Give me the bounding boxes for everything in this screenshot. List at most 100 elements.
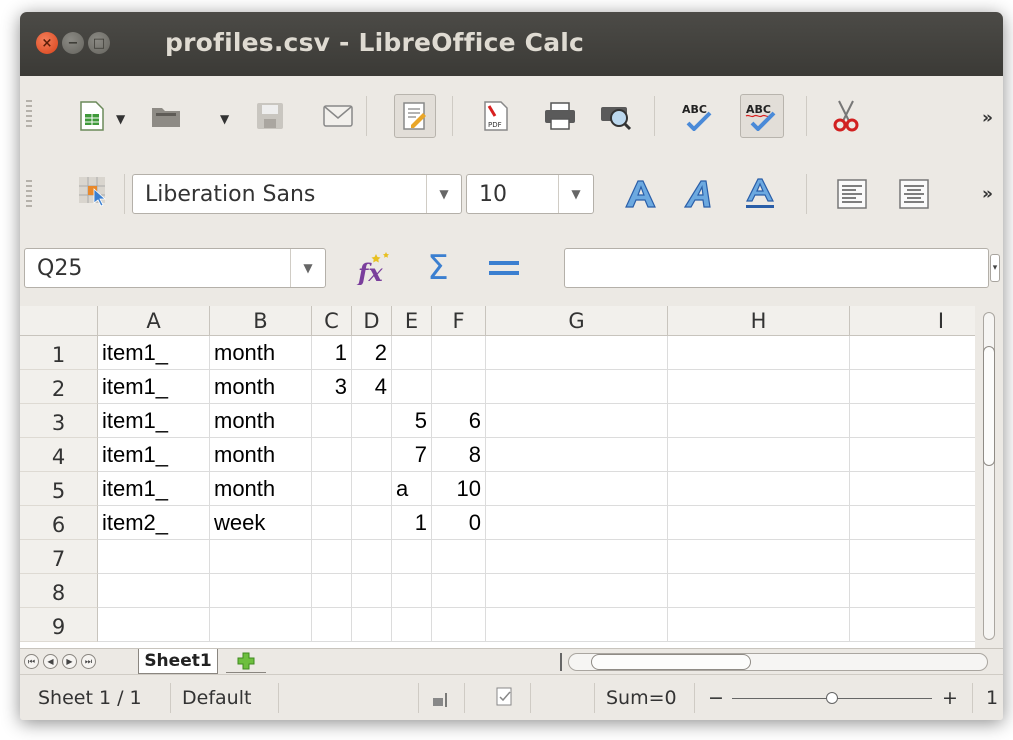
cell-i2[interactable]	[850, 370, 975, 404]
more-toolbar-button[interactable]: »	[982, 184, 993, 204]
column-header-b[interactable]: B	[210, 306, 312, 336]
sum-icon[interactable]: Σ	[420, 248, 456, 288]
cell-c5[interactable]	[312, 472, 352, 506]
new-dropdown-arrow[interactable]: ▼	[116, 112, 125, 126]
save-icon[interactable]	[252, 98, 288, 134]
cell-i9[interactable]	[850, 608, 975, 642]
font-size-dropdown-arrow[interactable]: ▼	[558, 175, 593, 213]
cell-d5[interactable]	[352, 472, 392, 506]
column-header-f[interactable]: F	[432, 306, 486, 336]
last-sheet-icon[interactable]: ⏭	[81, 654, 96, 669]
italic-icon[interactable]	[680, 174, 720, 214]
cell-e9[interactable]	[392, 608, 432, 642]
cell-c1[interactable]: 1	[312, 336, 352, 370]
cell-h5[interactable]	[668, 472, 850, 506]
cell-b8[interactable]	[210, 574, 312, 608]
cell-b9[interactable]	[210, 608, 312, 642]
cell-d1[interactable]: 2	[352, 336, 392, 370]
column-header-h[interactable]: H	[668, 306, 850, 336]
row-header-6[interactable]: 6	[20, 506, 98, 540]
cell-a8[interactable]	[98, 574, 210, 608]
bold-icon[interactable]	[620, 174, 660, 214]
cell-f9[interactable]	[432, 608, 486, 642]
add-sheet-button[interactable]	[226, 650, 266, 673]
cell-e3[interactable]: 5	[392, 404, 432, 438]
formula-equals-icon[interactable]	[486, 250, 522, 286]
cell-d2[interactable]: 4	[352, 370, 392, 404]
zoom-slider-thumb[interactable]	[826, 692, 838, 704]
cell-a2[interactable]: item1_	[98, 370, 210, 404]
close-window-button[interactable]: ×	[36, 32, 58, 54]
column-header-c[interactable]: C	[312, 306, 352, 336]
cell-i4[interactable]	[850, 438, 975, 472]
export-pdf-icon[interactable]: PDF	[478, 98, 514, 134]
cell-c9[interactable]	[312, 608, 352, 642]
zoom-in-button[interactable]: +	[942, 687, 958, 709]
cell-g5[interactable]	[486, 472, 668, 506]
cell-b3[interactable]: month	[210, 404, 312, 438]
cell-h7[interactable]	[668, 540, 850, 574]
cell-g3[interactable]	[486, 404, 668, 438]
toolbar-grip[interactable]	[26, 180, 32, 210]
zoom-percent[interactable]: 1	[986, 687, 998, 709]
cell-f1[interactable]	[432, 336, 486, 370]
column-header-d[interactable]: D	[352, 306, 392, 336]
cell-f8[interactable]	[432, 574, 486, 608]
styles-icon[interactable]	[74, 174, 110, 210]
cell-i1[interactable]	[850, 336, 975, 370]
function-wizard-icon[interactable]: fx	[356, 250, 392, 286]
row-header-4[interactable]: 4	[20, 438, 98, 472]
cell-d4[interactable]	[352, 438, 392, 472]
cell-f5[interactable]: 10	[432, 472, 486, 506]
font-name-dropdown-arrow[interactable]: ▼	[426, 175, 461, 213]
cell-e5[interactable]: a	[392, 472, 432, 506]
cell-i3[interactable]	[850, 404, 975, 438]
cell-e7[interactable]	[392, 540, 432, 574]
row-header-3[interactable]: 3	[20, 404, 98, 438]
cell-h1[interactable]	[668, 336, 850, 370]
open-dropdown-arrow[interactable]: ▼	[220, 112, 229, 126]
cell-a9[interactable]	[98, 608, 210, 642]
vertical-scrollbar[interactable]	[975, 306, 1003, 648]
first-sheet-icon[interactable]: ⏮	[24, 654, 39, 669]
cell-b4[interactable]: month	[210, 438, 312, 472]
maximize-window-button[interactable]: □	[88, 32, 110, 54]
print-icon[interactable]	[542, 98, 578, 134]
more-toolbar-button[interactable]: »	[982, 108, 993, 128]
cell-c7[interactable]	[312, 540, 352, 574]
cell-a3[interactable]: item1_	[98, 404, 210, 438]
cell-b1[interactable]: month	[210, 336, 312, 370]
row-header-2[interactable]: 2	[20, 370, 98, 404]
spreadsheet-grid[interactable]: A B C D E F G H I 1 item1_ month 1 2 2 item1_ month 3 4 3 it…	[20, 306, 975, 648]
cell-d3[interactable]	[352, 404, 392, 438]
cell-c4[interactable]	[312, 438, 352, 472]
cell-d6[interactable]	[352, 506, 392, 540]
cell-c2[interactable]: 3	[312, 370, 352, 404]
cell-a1[interactable]: item1_	[98, 336, 210, 370]
cell-h9[interactable]	[668, 608, 850, 642]
horizontal-scroll-thumb[interactable]	[591, 654, 751, 670]
email-icon[interactable]	[320, 98, 356, 134]
autospellcheck-icon[interactable]: ABC	[740, 94, 784, 138]
cell-i5[interactable]	[850, 472, 975, 506]
underline-icon[interactable]	[740, 174, 780, 214]
font-size-box[interactable]: 10 ▼	[466, 174, 594, 214]
cell-h2[interactable]	[668, 370, 850, 404]
insert-mode-icon[interactable]	[432, 691, 450, 713]
cell-e6[interactable]: 1	[392, 506, 432, 540]
cell-e8[interactable]	[392, 574, 432, 608]
document-modified-icon[interactable]	[496, 687, 514, 712]
selection-sum[interactable]: Sum=0	[606, 687, 677, 709]
cell-b5[interactable]: month	[210, 472, 312, 506]
font-name-box[interactable]: Liberation Sans ▼	[132, 174, 462, 214]
align-left-icon[interactable]	[832, 174, 872, 214]
cell-h4[interactable]	[668, 438, 850, 472]
cell-d7[interactable]	[352, 540, 392, 574]
minimize-window-button[interactable]: −	[62, 32, 84, 54]
print-preview-icon[interactable]	[598, 98, 634, 134]
cell-g1[interactable]	[486, 336, 668, 370]
cell-g6[interactable]	[486, 506, 668, 540]
cell-i8[interactable]	[850, 574, 975, 608]
row-header-5[interactable]: 5	[20, 472, 98, 506]
next-sheet-icon[interactable]: ▶	[62, 654, 77, 669]
